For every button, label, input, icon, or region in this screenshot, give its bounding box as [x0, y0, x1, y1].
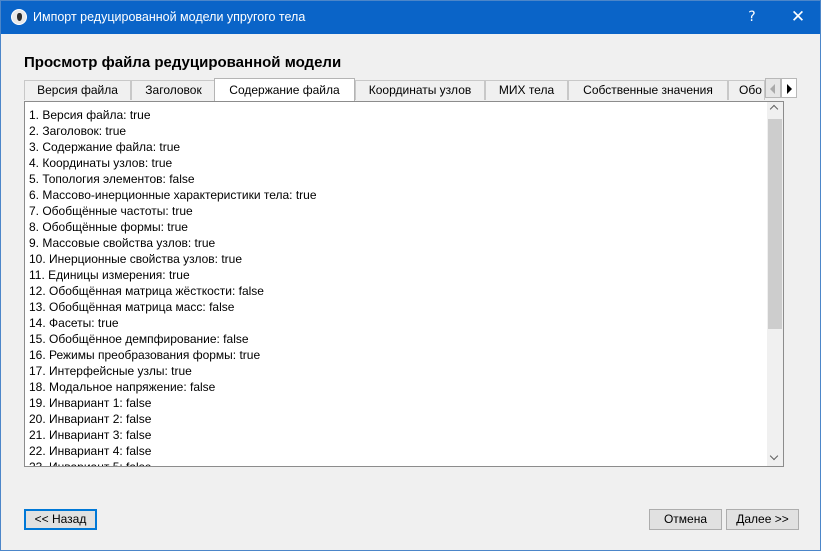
list-item: 10. Инерционные свойства узлов: true	[29, 252, 243, 266]
app-icon	[11, 9, 27, 25]
list-item: 7. Обобщённые частоты: true	[29, 204, 193, 218]
list-item: 11. Единицы измерения: true	[29, 268, 190, 282]
list-item: 18. Модальное напряжение: false	[29, 380, 216, 394]
list-item: 16. Режимы преобразования формы: true	[29, 348, 261, 362]
title-bar[interactable]: Импорт редуцированной модели упругого те…	[1, 1, 820, 34]
tab-node-coordinates[interactable]: Координаты узлов	[355, 80, 485, 100]
tab-scroll-right-icon[interactable]	[781, 78, 797, 98]
list-item: 2. Заголовок: true	[29, 124, 127, 138]
list-item: 17. Интерфейсные узлы: true	[29, 364, 192, 378]
back-button[interactable]: << Назад	[24, 509, 97, 530]
list-item: 6. Массово-инерционные характеристики те…	[29, 188, 317, 202]
list-item: 5. Топология элементов: false	[29, 172, 195, 186]
list-item: 23. Инвариант 5: false	[29, 460, 152, 467]
list-item: 14. Фасеты: true	[29, 316, 119, 330]
tab-eigenvalues[interactable]: Собственные значения	[568, 80, 728, 100]
cancel-button[interactable]: Отмена	[649, 509, 722, 530]
tab-bar: Версия файла Заголовок Содержание файла …	[24, 78, 797, 101]
close-button[interactable]: ✕	[778, 1, 818, 34]
list-item: 19. Инвариант 1: false	[29, 396, 152, 410]
contents-list: 1. Версия файла: true 2. Заголовок: true…	[29, 107, 764, 467]
vertical-scrollbar[interactable]	[767, 102, 783, 466]
next-button[interactable]: Далее >>	[726, 509, 799, 530]
list-item: 3. Содержание файла: true	[29, 140, 181, 154]
list-item: 21. Инвариант 3: false	[29, 428, 152, 442]
tab-scroll-left-icon[interactable]	[765, 78, 781, 98]
scroll-down-icon[interactable]	[767, 450, 783, 466]
tab-body-mass-inertia[interactable]: МИХ тела	[485, 80, 568, 100]
scroll-thumb[interactable]	[768, 119, 782, 329]
scroll-up-icon[interactable]	[767, 102, 783, 118]
page-heading: Просмотр файла редуцированной модели	[24, 54, 342, 71]
list-item: 1. Версия файла: true	[29, 108, 151, 122]
tab-file-version[interactable]: Версия файла	[24, 80, 131, 100]
help-button[interactable]: ?	[734, 1, 770, 34]
file-contents-panel[interactable]: 1. Версия файла: true 2. Заголовок: true…	[24, 101, 784, 467]
list-item: 20. Инвариант 2: false	[29, 412, 152, 426]
window-title: Импорт редуцированной модели упругого те…	[33, 10, 306, 24]
import-dialog: Импорт редуцированной модели упругого те…	[0, 0, 821, 551]
list-item: 4. Координаты узлов: true	[29, 156, 173, 170]
list-item: 13. Обобщённая матрица масс: false	[29, 300, 235, 314]
list-item: 9. Массовые свойства узлов: true	[29, 236, 216, 250]
tab-generalized[interactable]: Обо	[728, 80, 765, 100]
list-item: 12. Обобщённая матрица жёсткости: false	[29, 284, 264, 298]
list-item: 15. Обобщённое демпфирование: false	[29, 332, 249, 346]
tab-header[interactable]: Заголовок	[131, 80, 216, 100]
list-item: 22. Инвариант 4: false	[29, 444, 152, 458]
list-item: 8. Обобщённые формы: true	[29, 220, 188, 234]
tab-file-contents[interactable]: Содержание файла	[214, 78, 355, 101]
